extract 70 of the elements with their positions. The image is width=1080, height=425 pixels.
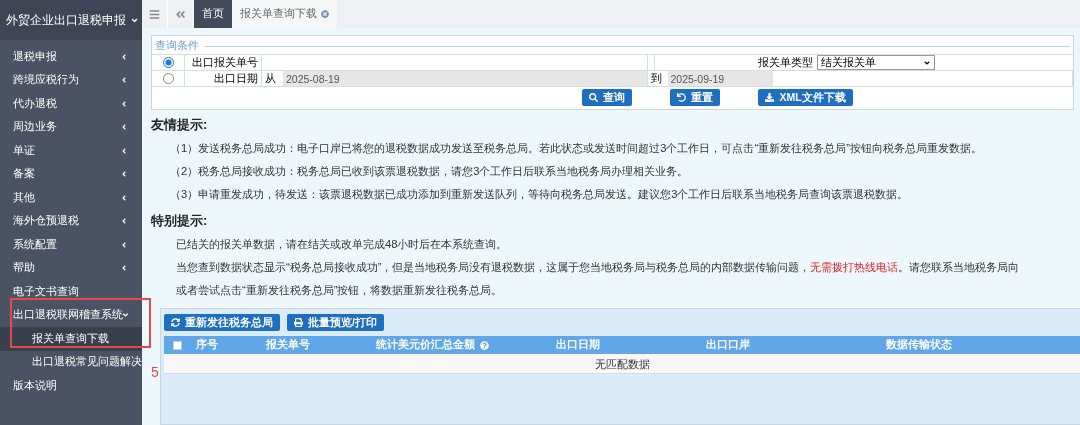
notice-text: 或者尝试点击“重新发往税务总局”按钮，将数据重新发往税务总局。 (175, 283, 504, 298)
caret-icon (120, 240, 128, 249)
caret-icon (120, 193, 128, 202)
action-button[interactable]: 重新发往税务总局 (164, 314, 280, 331)
tab[interactable]: 首页 (194, 0, 232, 28)
caret-icon (922, 58, 931, 67)
caret-icon (123, 311, 128, 320)
column-header: 数据传输状态 (886, 338, 952, 352)
caret-icon (120, 52, 128, 61)
reset-icon (677, 93, 687, 102)
sidebar-item[interactable]: 系统配置 (0, 233, 142, 257)
caret-icon (120, 146, 128, 155)
column-header: 统计美元价汇总金额 (376, 338, 475, 352)
help-icon[interactable] (480, 340, 489, 350)
app-title[interactable]: 外贸企业出口退税申报 (0, 0, 142, 40)
refresh-icon (171, 318, 180, 327)
notice-title: 特别提示: (151, 212, 209, 230)
from-label: 从 (264, 71, 277, 86)
caret-icon (120, 99, 128, 108)
action-button[interactable]: 重置 (670, 89, 721, 106)
notice-text: （2）税务总局接收成功：税务总局已收到该票退税数据，请您3个工作日后联系当地税务局办理相关业务。 (169, 164, 690, 179)
sidebar-item[interactable]: 出口退税联网稽查系统 (0, 303, 142, 327)
sidebar-subitem[interactable]: 出口退税常见问题解决 (0, 350, 142, 374)
sidebar-item[interactable]: 退税申报 (0, 45, 142, 69)
caret-icon (120, 76, 128, 85)
notice-text: 当您查到数据状态显示“税务总局接收成功”，但是当地税务局没有退税数据，这属于您当地税务局与税务总局的内部数据传输问题，无需拨打热线电话。请您联系当地税务局向 (175, 260, 1021, 275)
field-label: 报关单类型 (757, 55, 813, 70)
action-button[interactable]: XML文件下载 (758, 89, 853, 106)
sidebar-subitem[interactable]: 报关单查询下载 (0, 327, 142, 351)
legend: 查询条件 (155, 39, 199, 53)
select-all-checkbox[interactable] (173, 340, 182, 350)
date-field[interactable]: 2025-09-19 (667, 71, 773, 86)
field-label: 出口报关单号 (192, 55, 258, 70)
notice-title: 友情提示: (151, 116, 209, 134)
sidebar-item[interactable]: 周边业务 (0, 115, 142, 139)
action-button[interactable]: 批量预览/打印 (287, 314, 384, 331)
sidebar-item[interactable]: 其他 (0, 186, 142, 210)
to-label: 到 (649, 71, 663, 86)
search-icon (589, 93, 599, 102)
caret-icon (120, 170, 128, 179)
caret-icon (120, 264, 128, 273)
sidebar-item[interactable]: 电子文书查询 (0, 280, 142, 304)
column-header: 序号 (196, 338, 218, 352)
tab[interactable]: 报关单查询下载 (232, 0, 337, 28)
field-label: 出口日期 (214, 71, 258, 86)
radio-button[interactable] (162, 57, 174, 68)
caret-icon (120, 123, 128, 132)
caret-icon (120, 217, 128, 226)
date-field[interactable]: 2025-08-19 (283, 71, 647, 86)
print-icon (294, 318, 303, 327)
close-icon[interactable] (321, 10, 329, 18)
annotation-number: 5 (151, 364, 159, 380)
notice-text: （3）申请重发成功，待发送：该票退税数据已成功添加到重新发送队列，等待向税务总局发送。建议您3个工作日后联系当地税务局查询该票退税数据。 (169, 187, 910, 202)
sidebar-item[interactable]: 跨境应税行为 (0, 68, 142, 92)
sidebar-item[interactable]: 帮助 (0, 256, 142, 280)
type-dropdown[interactable]: 结关报关单 (816, 55, 935, 70)
radio-button[interactable] (162, 73, 174, 84)
action-button[interactable]: 查询 (582, 89, 633, 106)
sidebar-item[interactable]: 版本说明 (0, 374, 142, 398)
sidebar-item[interactable]: 代办退税 (0, 92, 142, 116)
notice-text: 已结关的报关单数据，请在结关或改单完成48小时后在本系统查询。 (175, 237, 509, 252)
empty-message: 无匹配数据 (164, 354, 1080, 374)
download-icon (765, 93, 775, 102)
notice-text: （1）发送税务总局成功：电子口岸已将您的退税数据成功发送至税务总局。若此状态或发送时间超过3个工作日，可点击“重新发往税务总局”按钮向税务总局重发数据。 (169, 141, 983, 156)
sidebar-item[interactable]: 备案 (0, 162, 142, 186)
column-header: 出口日期 (556, 338, 600, 352)
column-header: 出口口岸 (706, 338, 750, 352)
sidebar-item[interactable]: 单证 (0, 139, 142, 163)
column-header: 报关单号 (266, 338, 310, 352)
sidebar-item[interactable]: 海外仓预退税 (0, 209, 142, 233)
